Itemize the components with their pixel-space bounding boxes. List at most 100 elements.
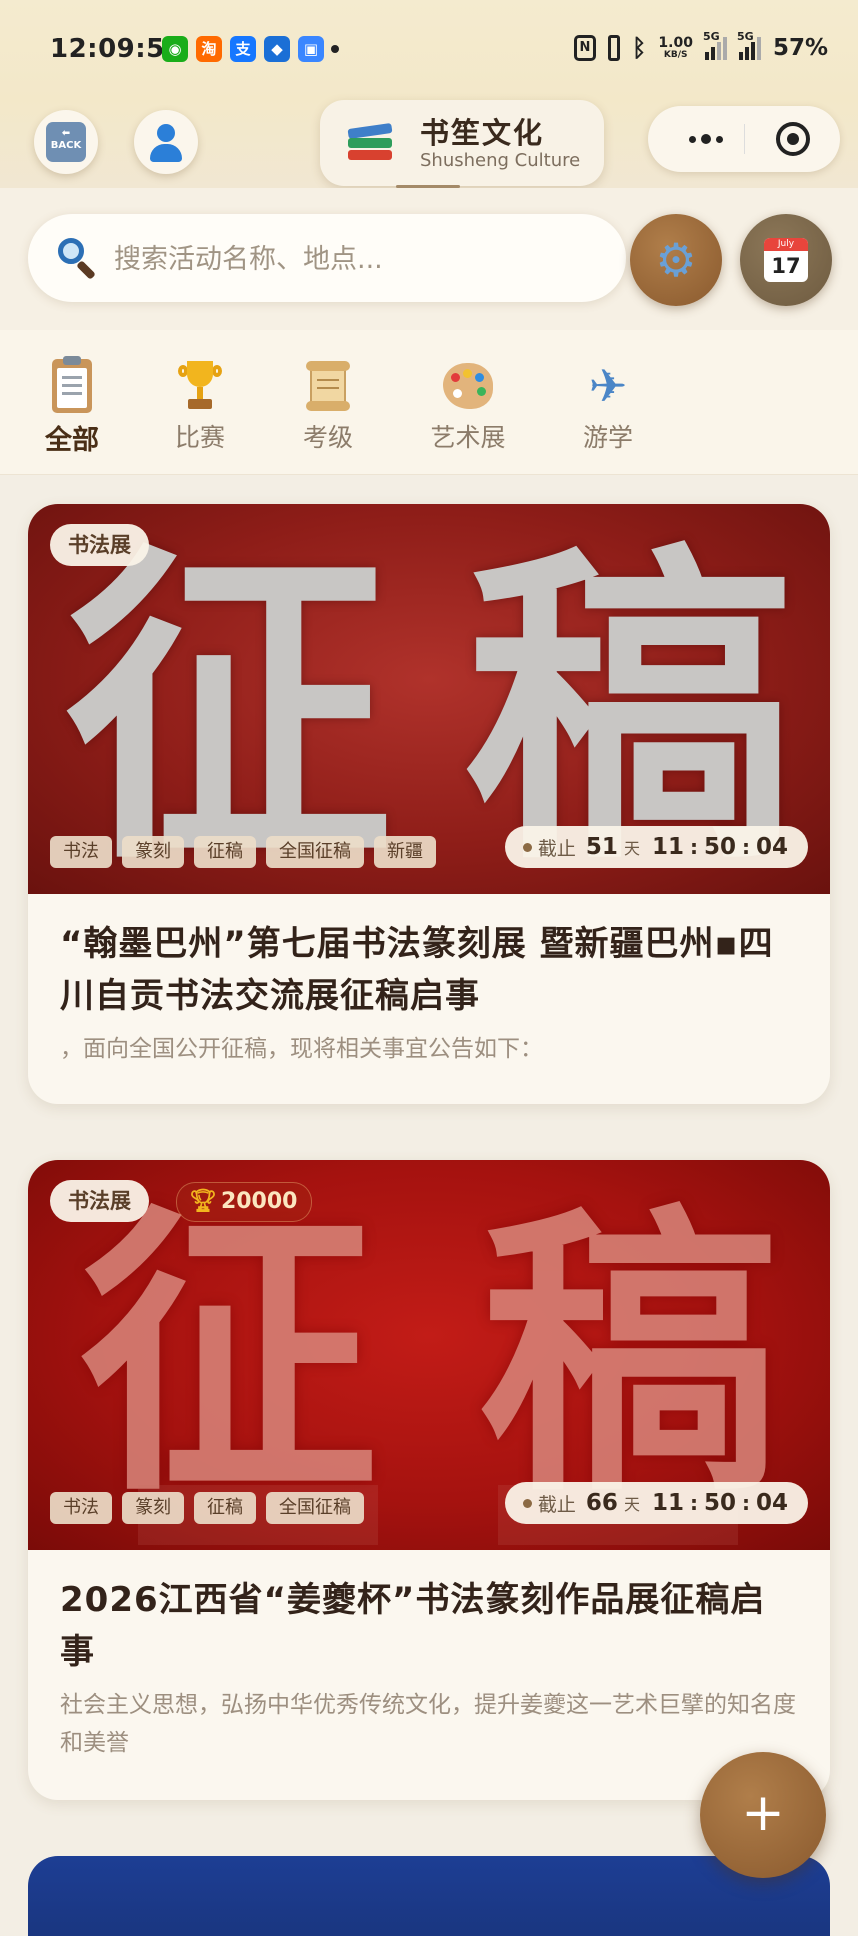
tab-label: 艺术展 <box>430 423 506 452</box>
category-badge: 书法展 <box>50 1180 149 1222</box>
close-miniprogram-button[interactable] <box>776 122 810 156</box>
countdown-hours: 11 <box>651 834 684 860</box>
countdown-minutes: 50 <box>703 1490 736 1516</box>
signal-icon-2: 5G <box>737 30 761 60</box>
back-icon: ⬅ BACK <box>46 122 86 162</box>
taobao-icon: 淘 <box>196 36 222 62</box>
search-bar[interactable] <box>28 214 626 302</box>
event-card[interactable]: 征 稿 书法展 🏆︎ 20000 书法 篆刻 征稿 全国征稿 截止 66 天 11… <box>28 1160 830 1800</box>
banner-char: 稿 <box>464 515 795 894</box>
tab-label: 游学 <box>582 423 633 452</box>
tab-study-tour[interactable]: ✈ 游学 <box>548 358 668 454</box>
event-banner: 征 稿 书法展 🏆︎ 20000 书法 篆刻 征稿 全国征稿 截止 66 天 11… <box>28 1160 830 1550</box>
net-speed-unit: KB/S <box>663 50 688 60</box>
brand-badge: 书笙文化 Shusheng Culture <box>320 100 604 188</box>
banner-char: 稿 <box>479 1178 780 1531</box>
calendar-month: July <box>764 238 808 251</box>
countdown-days: 66 <box>585 1490 618 1516</box>
event-description: ，面向全国公开征稿，现将相关事宜公告如下： <box>60 1036 543 1062</box>
countdown-seconds: 04 <box>755 834 788 860</box>
banner-char: 征 <box>63 515 394 894</box>
network-type-1: 5G <box>702 30 720 43</box>
event-banner: 征 稿 书法展 书法 篆刻 征稿 全国征稿 新疆 截止 51 天 11 : 50… <box>28 504 830 894</box>
event-card-peek[interactable] <box>28 1856 830 1936</box>
calendar-button[interactable]: July 17 <box>740 214 832 306</box>
tag: 书法 <box>50 836 112 868</box>
deadline-countdown: 截止 66 天 11 : 50 : 04 <box>504 1482 808 1524</box>
notification-dot-icon <box>331 45 339 53</box>
deadline-label: 截止 <box>537 837 576 860</box>
vibrate-icon <box>607 35 620 61</box>
countdown-seconds: 04 <box>755 1490 788 1516</box>
bluetooth-icon: ᛒ <box>631 34 647 62</box>
alipay-icon: 支 <box>230 36 256 62</box>
signal-icon: 5G <box>703 30 727 60</box>
status-bar: 12:09:54 ◉ 淘 支 ◆ ▣ N ᛒ 1.00 KB/S 5G 5G 5… <box>0 0 858 100</box>
network-type-2: 5G <box>736 30 754 43</box>
capsule-divider <box>744 124 745 154</box>
scroll-icon <box>304 361 352 411</box>
event-title: “翰墨巴州”第七届书法篆刻展 暨新疆巴州▪四川自贡书法交流展征稿启事 <box>60 924 774 1016</box>
net-speed-value: 1.00 <box>658 35 693 51</box>
tab-label: 比赛 <box>174 423 225 452</box>
countdown-hours: 11 <box>651 1490 684 1516</box>
tab-all[interactable]: 全部 <box>12 356 132 457</box>
add-event-button[interactable]: + <box>700 1752 826 1878</box>
nfc-icon: N <box>573 35 596 61</box>
app-header: ⬅ BACK 书笙文化 Shusheng Culture <box>0 100 858 188</box>
user-icon <box>146 122 186 162</box>
tag: 全国征稿 <box>266 836 364 868</box>
category-tabs: 全部 比赛 考级 艺术展 ✈ 游学 <box>0 330 858 475</box>
clipboard-icon <box>52 356 92 413</box>
gear-icon: ⚙ <box>655 233 697 287</box>
settings-button[interactable]: ⚙ <box>630 214 722 306</box>
search-row: ⚙ July 17 <box>0 188 858 330</box>
calendar-icon: July 17 <box>764 238 808 282</box>
brand-subtitle: Shusheng Culture <box>420 150 581 171</box>
airplane-icon: ✈ <box>588 359 628 413</box>
prize-badge: 🏆︎ 20000 <box>176 1182 313 1222</box>
profile-button[interactable] <box>134 110 198 174</box>
deadline-label: 截止 <box>537 1493 576 1516</box>
deadline-dot-icon <box>522 842 532 852</box>
tag: 征稿 <box>194 836 256 868</box>
category-badge: 书法展 <box>50 524 149 566</box>
back-button[interactable]: ⬅ BACK <box>34 110 98 174</box>
countdown-minutes: 50 <box>703 834 736 860</box>
countdown-days: 51 <box>585 834 618 860</box>
tag: 征稿 <box>194 1492 256 1524</box>
palette-icon <box>443 363 493 409</box>
tab-art-exhibition[interactable]: 艺术展 <box>408 358 528 454</box>
search-icon <box>56 236 100 280</box>
countdown-days-unit: 天 <box>623 839 640 858</box>
miniprogram-capsule <box>648 106 840 172</box>
event-body: 2026江西省“姜夔杯”书法篆刻作品展征稿启事 社会主义思想，弘扬中华优秀传统文… <box>28 1550 830 1762</box>
tag: 篆刻 <box>122 836 184 868</box>
trophy-icon <box>178 361 222 411</box>
tag-list: 书法 篆刻 征稿 全国征稿 新疆 <box>50 836 436 868</box>
net-speed: 1.00 KB/S <box>658 36 693 60</box>
tag: 篆刻 <box>122 1492 184 1524</box>
tab-label: 考级 <box>302 423 353 452</box>
event-card[interactable]: 征 稿 书法展 书法 篆刻 征稿 全国征稿 新疆 截止 51 天 11 : 50… <box>28 504 830 1104</box>
status-app-icons: ◉ 淘 支 ◆ ▣ <box>162 36 324 62</box>
tab-grading[interactable]: 考级 <box>268 358 388 454</box>
event-body: “翰墨巴州”第七届书法篆刻展 暨新疆巴州▪四川自贡书法交流展征稿启事 ，面向全国… <box>28 894 830 1068</box>
tag: 新疆 <box>374 836 436 868</box>
prize-amount: 20000 <box>220 1189 298 1214</box>
battery-level: 57% <box>772 35 828 61</box>
tab-competition[interactable]: 比赛 <box>140 358 260 454</box>
status-indicators: N ᛒ 1.00 KB/S 5G 5G 57% <box>573 30 828 62</box>
app-robot-icon: ◆ <box>264 36 290 62</box>
search-input[interactable] <box>112 236 596 282</box>
books-icon <box>347 122 393 166</box>
tag-list: 书法 篆刻 征稿 全国征稿 <box>50 1492 364 1524</box>
deadline-dot-icon <box>522 1498 532 1508</box>
countdown-days-unit: 天 <box>623 1495 640 1514</box>
more-button[interactable] <box>676 121 736 157</box>
app-blue-icon: ▣ <box>298 36 324 62</box>
tag: 全国征稿 <box>266 1492 364 1524</box>
tab-label: 全部 <box>45 425 99 456</box>
banner-char: 征 <box>78 1178 379 1531</box>
calendar-day: 17 <box>771 254 801 278</box>
